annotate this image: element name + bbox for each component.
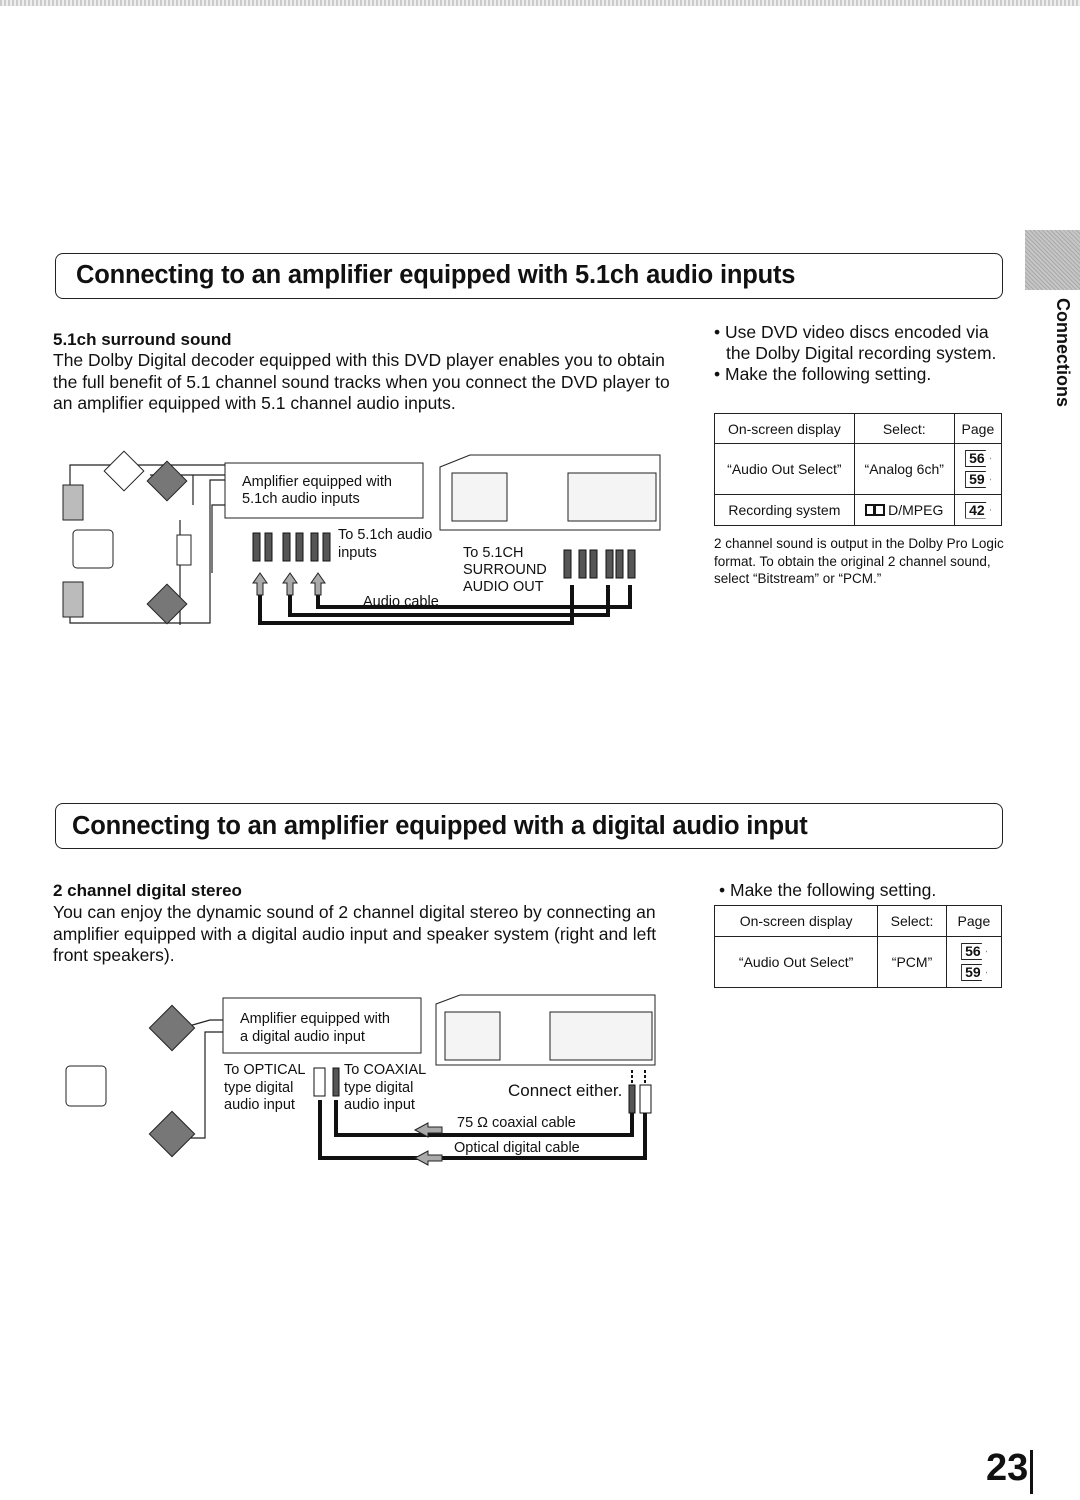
- page-ref: 56: [961, 943, 987, 960]
- settings-table-1: On-screen display Select: Page “Audio Ou…: [714, 413, 1003, 526]
- output-label: To 5.1CH: [463, 545, 523, 561]
- audio-out-panel: [549, 1011, 653, 1061]
- section1-body: The Dolby Digital decoder equipped with …: [53, 350, 670, 413]
- coaxial-label: audio input: [344, 1097, 415, 1113]
- cell-display: “Audio Out Select”: [713, 936, 879, 988]
- listener-icon: [65, 1065, 107, 1107]
- optical-label: audio input: [224, 1097, 295, 1113]
- front-right-speaker-icon: [146, 460, 188, 502]
- cell-select: “PCM”: [877, 936, 947, 988]
- bullet-item: • Use DVD video discs encoded via the Do…: [714, 322, 997, 363]
- page-number-bar: [1030, 1450, 1033, 1494]
- section1-subheading: 5.1ch surround sound: [53, 330, 232, 349]
- cell-select: “Analog 6ch”: [853, 443, 955, 495]
- page-ref: 59: [961, 964, 987, 981]
- cable-label: Audio cable: [363, 594, 439, 610]
- optical-label: type digital: [224, 1080, 293, 1096]
- listener-icon: [72, 529, 114, 569]
- subwoofer-icon: [176, 534, 192, 566]
- col-header: Page: [945, 905, 1003, 937]
- page-ref: 59: [965, 471, 991, 488]
- front-left-speaker-icon: [148, 1004, 196, 1052]
- section2-body: You can enjoy the dynamic sound of 2 cha…: [53, 902, 657, 965]
- inputs-label: To 5.1ch audio: [338, 527, 432, 543]
- coaxial-label: type digital: [344, 1080, 413, 1096]
- page-ref: 56: [965, 450, 991, 467]
- amp-label: Amplifier equipped with: [242, 474, 392, 490]
- section1-title: Connecting to an amplifier equipped with…: [76, 261, 796, 289]
- section1-bullets: • Use DVD video discs encoded via the Do…: [710, 322, 1010, 385]
- page-ref: 42: [965, 501, 991, 519]
- direction-arrows: [413, 1122, 443, 1166]
- bullet-item: • Make the following setting.: [714, 364, 932, 384]
- col-header: On-screen display: [713, 905, 879, 937]
- cell-display: Recording system: [714, 494, 855, 526]
- page-number: 23: [986, 1447, 1029, 1489]
- direction-arrows: [252, 572, 326, 596]
- table-row: Recording system D/MPEG 42: [714, 494, 1003, 526]
- col-header: On-screen display: [714, 413, 855, 444]
- coaxial-label: To COAXIAL: [344, 1062, 426, 1078]
- cell-page: 56 59: [945, 936, 1003, 988]
- cell-page: 56 59: [953, 443, 1003, 495]
- cell-display: “Audio Out Select”: [714, 443, 855, 495]
- optical-label: To OPTICAL: [224, 1062, 305, 1078]
- rca-plugs: [252, 532, 636, 579]
- video-out-panel: [444, 1011, 501, 1061]
- col-header: Select:: [877, 905, 947, 937]
- amp-label: 5.1ch audio inputs: [242, 491, 360, 507]
- cell-page: 42: [953, 494, 1003, 526]
- bullet-item: • Make the following setting.: [719, 880, 937, 900]
- center-speaker-icon: [103, 450, 145, 492]
- section2-bullets: • Make the following setting.: [715, 880, 1015, 901]
- section2-subheading: 2 channel digital stereo: [53, 881, 242, 900]
- side-tab-marker: [1025, 230, 1080, 290]
- section2-title: Connecting to an amplifier equipped with…: [72, 812, 808, 840]
- diagram-5-1ch: Amplifier equipped with 5.1ch audio inpu…: [62, 450, 661, 625]
- col-header: Select:: [853, 413, 955, 444]
- rear-left-speaker-icon: [62, 581, 84, 618]
- coax-cable-label: 75 Ω coaxial cable: [457, 1115, 576, 1131]
- front-right-speaker-icon: [148, 1110, 196, 1158]
- dolby-logo-icon: [865, 504, 886, 516]
- settings-table-2: On-screen display Select: Page “Audio Ou…: [713, 905, 1003, 988]
- front-left-speaker-icon: [62, 484, 84, 521]
- rear-right-speaker-icon: [146, 583, 188, 625]
- top-strip: [0, 0, 1080, 6]
- side-tab-label: Connections: [1053, 298, 1073, 408]
- table-row: “Audio Out Select” “PCM” 56 59: [713, 936, 1003, 988]
- video-out-panel: [451, 472, 508, 522]
- cell-select: D/MPEG: [853, 494, 955, 526]
- connect-either-label: Connect either.: [508, 1081, 622, 1100]
- output-label: SURROUND: [463, 562, 547, 578]
- audio-out-panel: [567, 472, 657, 522]
- diagram-digital: Amplifier equipped with a digital audio …: [65, 994, 656, 1166]
- col-header: Page: [953, 413, 1003, 444]
- inputs-label: inputs: [338, 545, 377, 561]
- optical-cable-label: Optical digital cable: [454, 1140, 580, 1156]
- output-label: AUDIO OUT: [463, 579, 544, 595]
- table-row: “Audio Out Select” “Analog 6ch” 56 59: [714, 443, 1003, 495]
- section1-note: 2 channel sound is output in the Dolby P…: [714, 536, 1004, 586]
- amp-label: a digital audio input: [240, 1029, 365, 1045]
- amp-label: Amplifier equipped with: [240, 1011, 390, 1027]
